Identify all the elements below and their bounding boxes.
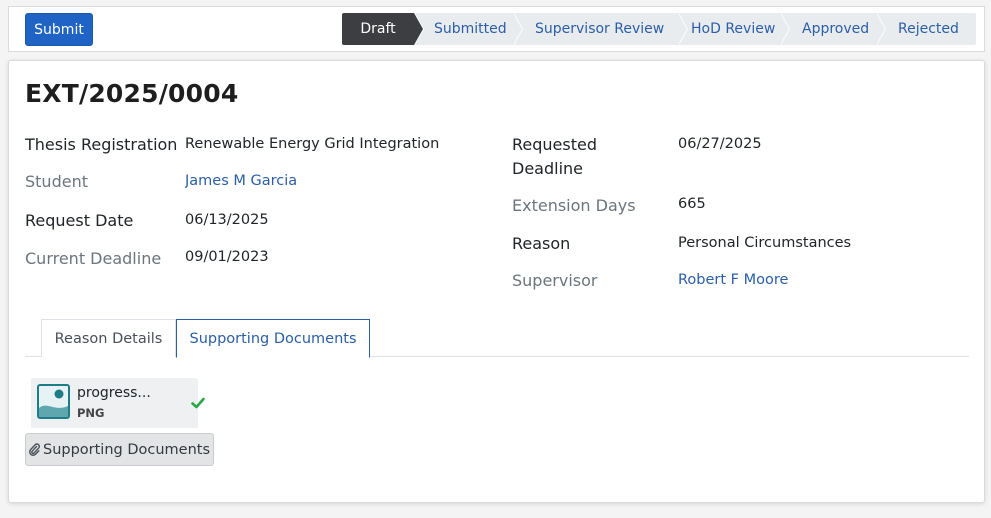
form-sheet: EXT/2025/0004 Thesis Registration Renewa… <box>8 60 985 503</box>
control-panel: Submit Draft Submitted Supervisor Review… <box>8 6 985 52</box>
attachment-card[interactable]: progress... PNG <box>31 378 205 428</box>
submit-button[interactable]: Submit <box>25 13 93 46</box>
check-icon <box>191 397 205 409</box>
supporting-documents-button-label: Supporting Documents <box>42 441 211 458</box>
supporting-documents-button[interactable]: Supporting Documents <box>25 433 214 466</box>
record-title: EXT/2025/0004 <box>25 79 239 108</box>
requested-deadline-label-line1: Requested <box>512 135 597 154</box>
paperclip-icon <box>29 443 40 456</box>
notebook-tabs: Reason Details Supporting Documents <box>25 319 969 358</box>
stage-draft[interactable]: Draft <box>342 13 424 45</box>
current-deadline-label: Current Deadline <box>25 249 162 268</box>
tab-reason-details[interactable]: Reason Details <box>41 319 176 357</box>
thesis-registration-field[interactable]: Renewable Energy Grid Integration Ch <box>185 136 443 152</box>
attachment-type: PNG <box>77 406 105 420</box>
tab-supporting-documents[interactable]: Supporting Documents <box>176 319 370 358</box>
requested-deadline-label-line2: Deadline <box>512 159 583 178</box>
stage-approved[interactable]: Approved <box>780 13 886 45</box>
stage-hod-review[interactable]: HoD Review <box>678 13 790 45</box>
thesis-registration-label: Thesis Registration <box>25 135 178 154</box>
image-file-icon <box>37 384 70 419</box>
status-bar: Draft Submitted Supervisor Review HoD Re… <box>342 13 976 45</box>
stage-supervisor-review[interactable]: Supervisor Review <box>513 13 688 45</box>
current-deadline-field[interactable]: 09/01/2023 <box>185 249 269 265</box>
stage-submitted[interactable]: Submitted <box>414 13 523 45</box>
extension-days-label: Extension Days <box>512 196 636 215</box>
student-link[interactable]: James M Garcia <box>185 173 297 189</box>
request-date-label: Request Date <box>25 211 134 230</box>
supervisor-label: Supervisor <box>512 271 598 290</box>
request-date-field[interactable]: 06/13/2025 <box>185 212 269 228</box>
requested-deadline-field[interactable]: 06/27/2025 <box>678 136 762 152</box>
stage-rejected[interactable]: Rejected <box>876 13 976 45</box>
extension-days-field: 665 <box>678 196 706 212</box>
attachment-name: progress... <box>77 385 151 401</box>
supervisor-link[interactable]: Robert F Moore <box>678 272 788 288</box>
reason-label: Reason <box>512 234 571 253</box>
student-label: Student <box>25 172 88 191</box>
reason-field[interactable]: Personal Circumstances <box>678 235 851 251</box>
